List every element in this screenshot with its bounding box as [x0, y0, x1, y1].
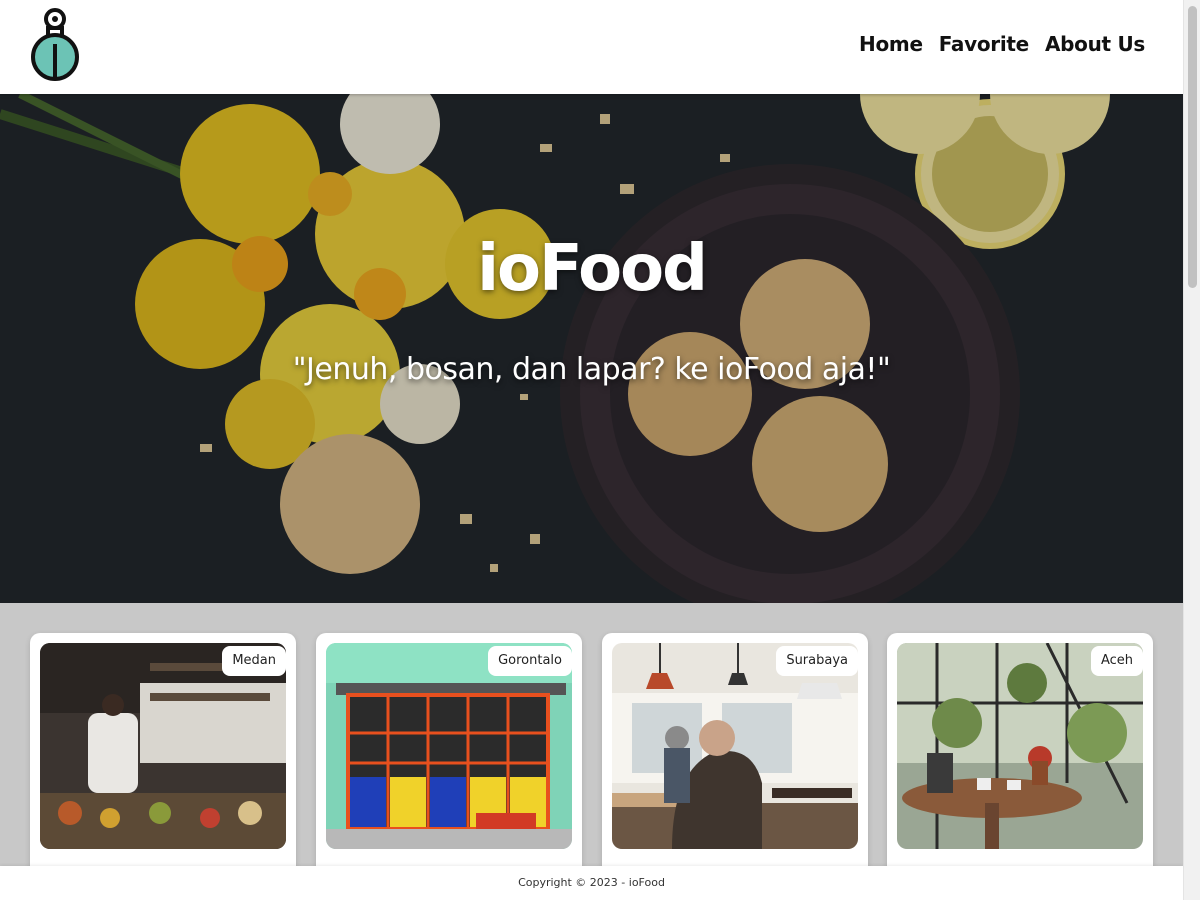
nav-about-us-link[interactable]: About Us — [1045, 32, 1145, 56]
app-bar: Home Favorite About Us — [0, 0, 1183, 94]
nav-favorite-link[interactable]: Favorite — [939, 32, 1030, 56]
restaurant-card[interactable]: Medan — [30, 633, 296, 893]
restaurant-card[interactable]: Surabaya — [602, 633, 868, 893]
city-badge: Gorontalo — [488, 646, 572, 676]
hero-tagline: "Jenuh, bosan, dan lapar? ke ioFood aja!… — [292, 352, 891, 387]
scrollbar-thumb[interactable] — [1188, 6, 1197, 288]
restaurant-list: Medan Gorontalo Surabaya Aceh — [30, 633, 1155, 893]
restaurant-card[interactable]: Aceh — [887, 633, 1153, 893]
restaurant-card[interactable]: Gorontalo — [316, 633, 582, 893]
hero-title: ioFood — [477, 232, 708, 306]
page-footer: Copyright © 2023 - ioFood — [0, 866, 1183, 900]
city-badge: Surabaya — [776, 646, 858, 676]
hero-banner: ioFood "Jenuh, bosan, dan lapar? ke ioFo… — [0, 94, 1183, 603]
main-nav: Home Favorite About Us — [859, 32, 1145, 56]
flask-logo-icon[interactable] — [28, 8, 84, 82]
vertical-scrollbar[interactable] — [1183, 0, 1200, 900]
nav-home-link[interactable]: Home — [859, 32, 923, 56]
city-badge: Aceh — [1090, 646, 1143, 676]
city-badge: Medan — [222, 646, 286, 676]
copyright-text: Copyright © 2023 - ioFood — [518, 876, 665, 889]
